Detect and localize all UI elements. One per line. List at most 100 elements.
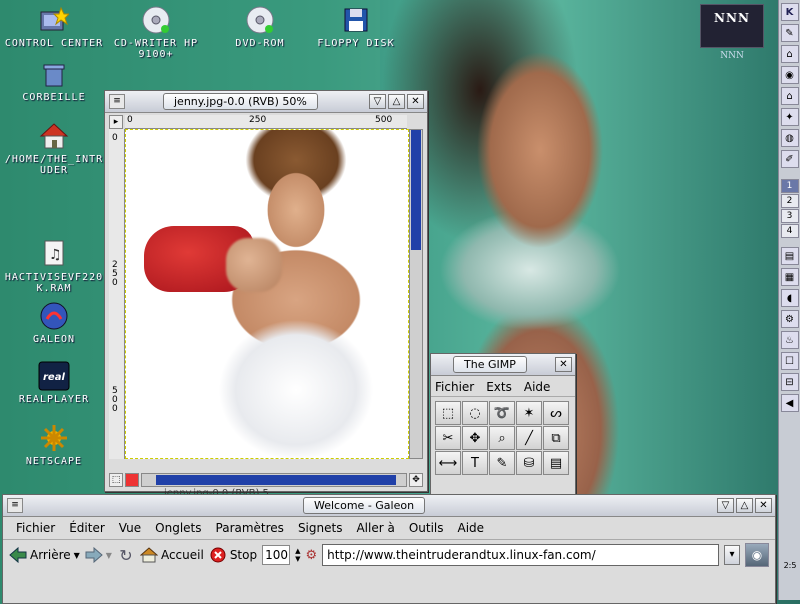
volume-icon[interactable]: ◖ [780,289,799,307]
tray-icon[interactable]: ♨ [780,331,799,349]
ellipse-select-icon[interactable]: ◌ [462,401,488,425]
netscape-icon [37,422,71,454]
maximize-icon[interactable]: △ [736,498,753,513]
galeon-titlebar[interactable]: ≡ Welcome - Galeon ▽ △ ✕ [3,495,775,517]
url-input[interactable]: http://www.theintruderandtux.linux-fan.c… [322,544,719,566]
launcher-icon[interactable]: ✎ [780,24,799,42]
brush-icon[interactable]: ╱ [516,426,542,450]
launcher-icon[interactable]: ⌂ [780,45,799,63]
cd-icon [139,4,173,36]
url-dropdown-icon[interactable]: ▾ [724,545,740,565]
desktop-icon-hactivis[interactable]: ♫ HactivisEvf220k.ram [4,238,104,294]
shade-icon[interactable]: ▽ [717,498,734,513]
toolbox-titlebar[interactable]: The GIMP ✕ [431,354,575,376]
desktop-icon-home[interactable]: /home/the_intruder [4,120,104,176]
desktop-icon-galeon[interactable]: Galeon [4,300,104,345]
window-menu-icon[interactable]: ≡ [109,94,125,109]
text-icon[interactable]: T [462,451,488,475]
zoom-input[interactable]: 100 [262,545,291,565]
taskbar-item-icon[interactable]: ▤ [780,247,799,265]
reload-button[interactable]: ↻ [117,546,135,565]
menu-parametres[interactable]: Paramètres [209,521,291,535]
galeon-icon [37,300,71,332]
ruler-tick-label: 250 [249,115,267,125]
back-dropdown-icon[interactable]: ▼ [74,551,80,560]
gimp-image-titlebar[interactable]: ≡ jenny.jpg-0.0 (RVB) 50% ▽ △ ✕ [105,91,427,113]
desktop-icon-dvd-rom[interactable]: DVD-ROM [210,4,310,49]
bucket-fill-icon[interactable]: ⛁ [516,451,542,475]
workspace-3[interactable]: 3 [780,209,799,223]
forward-button[interactable]: ▼ [85,546,112,564]
menu-editer[interactable]: Éditer [62,521,112,535]
image-menu-arrow-icon[interactable]: ▸ [109,115,123,129]
launcher-icon[interactable]: ✐ [780,150,799,168]
image-canvas[interactable] [125,129,409,459]
logo-subtext: NNN [720,51,744,61]
lasso-icon[interactable]: ➰ [489,401,515,425]
gradient-icon[interactable]: ▤ [543,451,569,475]
menu-outils[interactable]: Outils [402,521,451,535]
launcher-icon[interactable]: ◍ [780,129,799,147]
quickmask-on-icon[interactable] [125,473,139,487]
forward-dropdown-icon[interactable]: ▼ [106,551,112,560]
go-button[interactable]: ◉ [745,543,769,567]
window-menu-icon[interactable]: ≡ [7,498,23,513]
desktop-icon-floppy[interactable]: Floppy disk [306,4,406,49]
home-button[interactable]: Accueil [139,546,204,564]
launcher-icon[interactable]: ◉ [780,66,799,84]
move-icon[interactable]: ✥ [462,426,488,450]
menu-aller-a[interactable]: Aller à [349,521,401,535]
menu-aide[interactable]: Aide [451,521,492,535]
color-picker-icon[interactable]: ✎ [489,451,515,475]
tray-icon[interactable]: ⊟ [780,373,799,391]
back-button[interactable]: Arrière ▼ [9,546,80,564]
rect-select-icon[interactable]: ⬚ [435,401,461,425]
workspace-2[interactable]: 2 [780,194,799,208]
magnify-icon[interactable]: ⌕ [489,426,515,450]
workspace-1[interactable]: 1 [780,179,799,193]
desktop-icon-realplayer[interactable]: real RealPlayer [4,360,104,405]
menu-exts[interactable]: Exts [486,380,512,394]
crop-icon[interactable]: ⧉ [543,426,569,450]
flip-icon[interactable]: ⟷ [435,451,461,475]
shade-icon[interactable]: ▽ [369,94,386,109]
menu-vue[interactable]: Vue [112,521,148,535]
horizontal-scrollbar[interactable] [141,473,407,487]
quickmask-off-icon[interactable]: ⬚ [109,473,123,487]
gimp-toolbox-window[interactable]: The GIMP ✕ Fichier Exts Aide ⬚ ◌ ➰ ✶ ᔕ ✂ ✥ ⌕ ╱ ⧉ ⟷… [430,353,576,495]
menu-onglets[interactable]: Onglets [148,521,208,535]
close-icon[interactable]: ✕ [407,94,424,109]
desktop-icon-cd-writer[interactable]: CD-Writer HP 9100+ [106,4,206,60]
launcher-icon[interactable]: ⌂ [780,87,799,105]
gimp-image-window[interactable]: ≡ jenny.jpg-0.0 (RVB) 50% ▽ △ ✕ ▸ 0 250 … [104,90,428,492]
desktop-icon-label: CD-Writer HP 9100+ [113,38,199,60]
taskbar-item-icon[interactable]: ▦ [780,268,799,286]
desktop-icon-netscape[interactable]: Netscape [4,422,104,467]
desktop-icon-control-center[interactable]: Control Center [4,4,104,49]
dvd-icon [243,4,277,36]
close-icon[interactable]: ✕ [755,498,772,513]
close-icon[interactable]: ✕ [555,357,572,372]
tray-icon[interactable]: ☐ [780,352,799,370]
launcher-icon[interactable]: ✦ [780,108,799,126]
hide-panel-icon[interactable]: ◀ [780,394,799,412]
scissors-icon[interactable]: ✂ [435,426,461,450]
menu-aide[interactable]: Aide [524,380,551,394]
menu-fichier[interactable]: Fichier [9,521,62,535]
maximize-icon[interactable]: △ [388,94,405,109]
menu-signets[interactable]: Signets [291,521,350,535]
magic-wand-icon[interactable]: ✶ [516,401,542,425]
vertical-scrollbar[interactable] [409,129,423,459]
zoom-stepper-icon[interactable]: ▲ ▼ [295,547,300,563]
navigate-icon[interactable]: ✥ [409,473,423,487]
bezier-icon[interactable]: ᔕ [543,401,569,425]
tray-icon[interactable]: ⚙ [780,310,799,328]
stop-button[interactable]: Stop [209,546,257,564]
vertical-ruler: 0 250 500 [109,129,125,459]
k-menu-icon[interactable]: K [780,3,799,21]
realplayer-icon: real [37,360,71,392]
desktop-icon-corbeille[interactable]: Corbeille [4,58,104,103]
menu-fichier[interactable]: Fichier [435,380,474,394]
workspace-4[interactable]: 4 [780,224,799,238]
galeon-window[interactable]: ≡ Welcome - Galeon ▽ △ ✕ Fichier Éditer … [2,494,776,604]
